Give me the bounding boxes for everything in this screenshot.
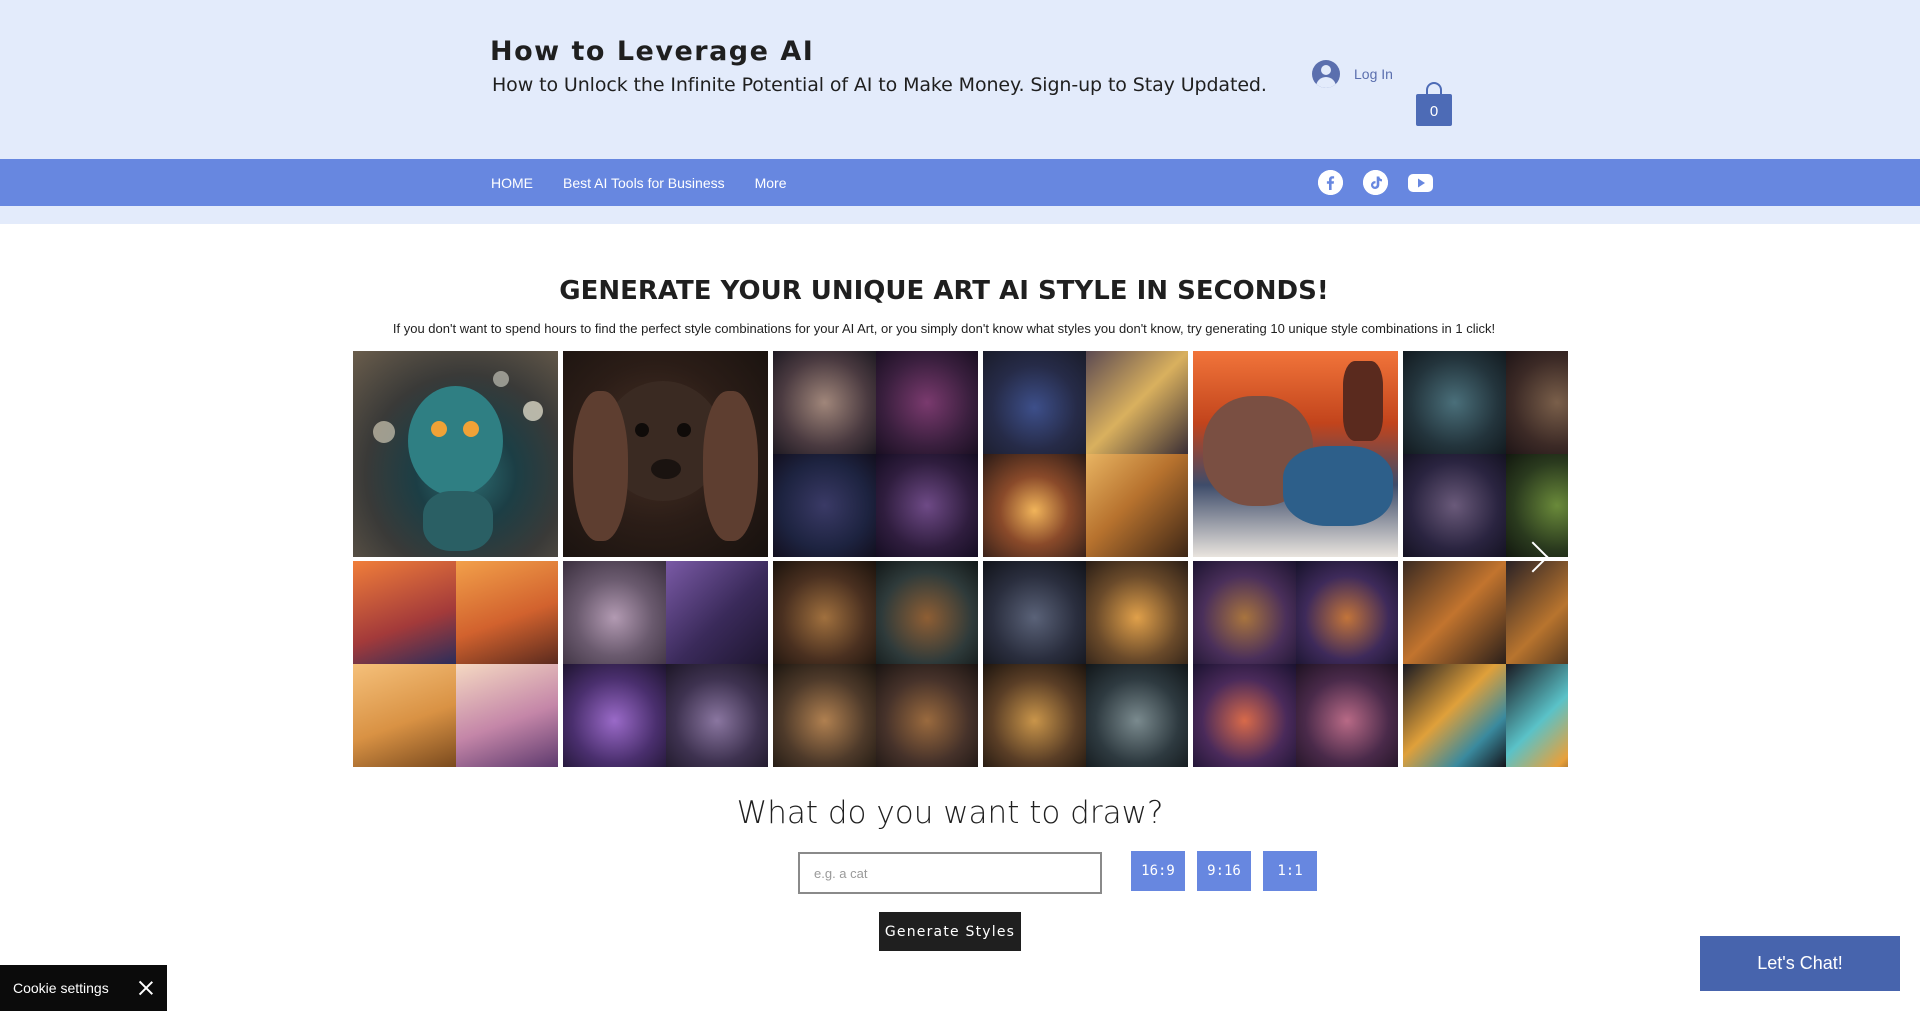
close-icon[interactable] xyxy=(139,981,153,995)
cookie-settings-link[interactable]: Cookie settings xyxy=(13,980,109,996)
header-strip xyxy=(0,206,1920,224)
site-header: How to Leverage AI How to Unlock the Inf… xyxy=(0,0,1920,159)
nav-links: HOME Best AI Tools for Business More xyxy=(491,159,787,206)
page-subtext: If you don't want to spend hours to find… xyxy=(392,321,1496,336)
draw-question: What do you want to draw? xyxy=(736,795,1164,831)
gallery-image[interactable] xyxy=(1403,351,1568,557)
gallery-image[interactable] xyxy=(1193,351,1398,557)
facebook-icon[interactable] xyxy=(1318,170,1343,195)
prompt-input[interactable] xyxy=(798,852,1102,894)
ratio-1-1-button[interactable]: 1:1 xyxy=(1263,851,1317,891)
ratio-16-9-button[interactable]: 16:9 xyxy=(1131,851,1185,891)
cart-button[interactable]: 0 xyxy=(1416,82,1452,126)
nav-item-best-ai-tools[interactable]: Best AI Tools for Business xyxy=(563,175,725,191)
social-links xyxy=(1318,170,1433,195)
main-nav: HOME Best AI Tools for Business More xyxy=(0,159,1920,206)
gallery-image[interactable] xyxy=(773,351,978,557)
gallery-image[interactable] xyxy=(983,561,1188,767)
generate-styles-button[interactable]: Generate Styles xyxy=(879,912,1021,951)
style-gallery xyxy=(353,351,1568,767)
cookie-banner: Cookie settings xyxy=(0,965,167,1011)
gallery-image[interactable] xyxy=(353,351,558,557)
tiktok-icon[interactable] xyxy=(1363,170,1388,195)
gallery-image[interactable] xyxy=(563,351,768,557)
gallery-image[interactable] xyxy=(773,561,978,767)
login-label: Log In xyxy=(1354,66,1393,82)
login-button[interactable]: Log In xyxy=(1312,60,1393,88)
site-title[interactable]: How to Leverage AI xyxy=(490,36,814,67)
gallery-image[interactable] xyxy=(1193,561,1398,767)
gallery-image[interactable] xyxy=(563,561,768,767)
site-tagline: How to Unlock the Infinite Potential of … xyxy=(492,74,1267,96)
lets-chat-button[interactable]: Let's Chat! xyxy=(1700,936,1900,991)
gallery-image[interactable] xyxy=(353,561,558,767)
nav-item-more[interactable]: More xyxy=(755,175,787,191)
nav-item-home[interactable]: HOME xyxy=(491,175,533,191)
user-avatar-icon xyxy=(1312,60,1340,88)
cart-count: 0 xyxy=(1416,94,1452,126)
gallery-image[interactable] xyxy=(1403,561,1568,767)
ratio-9-16-button[interactable]: 9:16 xyxy=(1197,851,1251,891)
gallery-image[interactable] xyxy=(983,351,1188,557)
gallery-next-arrow-icon[interactable] xyxy=(1522,538,1542,578)
page-heading: GENERATE YOUR UNIQUE ART AI STYLE IN SEC… xyxy=(559,276,1329,306)
youtube-icon[interactable] xyxy=(1408,174,1433,192)
